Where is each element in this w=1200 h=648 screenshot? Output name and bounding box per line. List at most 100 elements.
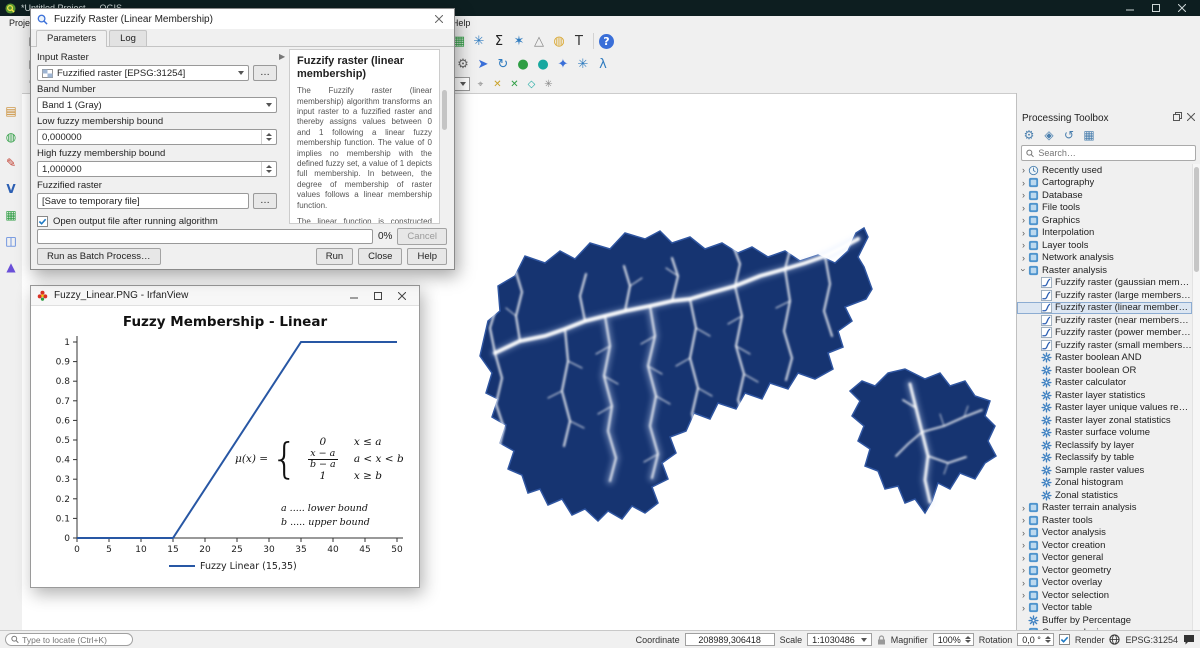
spin-up-icon[interactable] — [266, 165, 272, 168]
run-as-batch-button[interactable]: Run as Batch Process… — [37, 248, 161, 265]
statistics-sum-icon[interactable]: Σ — [490, 32, 508, 50]
toolbox-item[interactable]: Fuzzify raster (power membership) — [1017, 327, 1192, 340]
chevron-icon[interactable]: › — [1019, 190, 1028, 200]
scale-select[interactable]: 1:1030486 — [807, 633, 872, 646]
toolbox-search[interactable] — [1021, 145, 1196, 161]
chevron-icon[interactable]: › — [1019, 203, 1028, 213]
spin-down-icon[interactable] — [1045, 640, 1051, 643]
snap-segment-icon[interactable]: ✕ — [507, 77, 522, 91]
map-tips-icon[interactable]: ◍ — [550, 32, 568, 50]
green-circle-icon[interactable]: ● — [514, 55, 532, 73]
toolbox-item[interactable]: Fuzzify raster (near membership) — [1017, 314, 1192, 327]
close-button[interactable]: Close — [358, 248, 402, 265]
chevron-icon[interactable]: › — [1019, 515, 1028, 525]
toolbox-scrollbar[interactable] — [1192, 164, 1200, 630]
rotation-spin[interactable]: 0,0 ° — [1017, 633, 1054, 646]
panel-float-icon[interactable] — [1173, 112, 1182, 124]
toolbox-item[interactable]: Raster boolean AND — [1017, 352, 1192, 365]
toolbox-item[interactable]: Fuzzify raster (gaussian membership) — [1017, 277, 1192, 290]
toolbox-item[interactable]: Fuzzify raster (large membership) — [1017, 289, 1192, 302]
window-minimize-button[interactable] — [1117, 1, 1143, 15]
help-panel-expander-icon[interactable]: ▶ — [279, 52, 285, 61]
spin-down-icon[interactable] — [965, 640, 971, 643]
styling-panel-icon[interactable]: ✎ — [3, 155, 19, 171]
toolbox-item[interactable]: Buffer by Percentage — [1017, 614, 1192, 627]
low-bound-spinbox[interactable]: 0,000000 — [37, 129, 277, 145]
help-scrollbar[interactable] — [441, 88, 448, 180]
coordinate-input[interactable]: 208989,306418 — [685, 633, 775, 646]
window-close-button[interactable] — [391, 288, 413, 304]
dialog-titlebar[interactable]: Fuzzify Raster (Linear Membership) — [31, 9, 454, 29]
chevron-icon[interactable]: › — [1019, 503, 1028, 513]
chevron-icon[interactable]: › — [1019, 215, 1028, 225]
spin-up-icon[interactable] — [266, 133, 272, 136]
toolbox-item[interactable]: ›Raster tools — [1017, 514, 1192, 527]
toolbox-results-icon[interactable]: ▦ — [1081, 127, 1097, 143]
toolbox-item[interactable]: ›Vector geometry — [1017, 564, 1192, 577]
toolbox-item[interactable]: ›Network analysis — [1017, 252, 1192, 265]
toolbox-item[interactable]: Sample raster values — [1017, 464, 1192, 477]
irfanview-titlebar[interactable]: Fuzzy_Linear.PNG - IrfanView — [31, 286, 419, 306]
toolbox-item[interactable]: ›Interpolation — [1017, 227, 1192, 240]
messages-icon[interactable] — [1183, 634, 1195, 645]
open-output-checkbox[interactable] — [37, 216, 48, 227]
toolbox-history-icon[interactable]: ↺ — [1061, 127, 1077, 143]
browser-panel-icon[interactable]: ◍ — [3, 129, 19, 145]
scrollbar-thumb[interactable] — [1194, 167, 1199, 272]
toolbox-item[interactable]: Zonal histogram — [1017, 477, 1192, 490]
toolbox-item[interactable]: ›Graphics — [1017, 214, 1192, 227]
spin-up-icon[interactable] — [965, 636, 971, 639]
chevron-icon[interactable]: › — [1019, 178, 1028, 188]
star-tool-icon[interactable]: ✦ — [554, 55, 572, 73]
toolbox-options-icon[interactable]: ⚙ — [1021, 127, 1037, 143]
processing-toolbox-icon[interactable]: ✳ — [470, 32, 488, 50]
run-button[interactable]: Run — [316, 248, 353, 265]
settings-gear-icon[interactable]: ⚙ — [454, 55, 472, 73]
refresh-circle-icon[interactable]: ↻ — [494, 55, 512, 73]
snap-vertex-icon[interactable]: ✕ — [490, 77, 505, 91]
chevron-icon[interactable]: › — [1019, 553, 1028, 563]
window-minimize-button[interactable] — [343, 288, 365, 304]
help-button[interactable]: Help — [407, 248, 447, 265]
help-icon[interactable]: ? — [599, 34, 614, 49]
crs-status-button[interactable]: EPSG:31254 — [1125, 635, 1178, 645]
cancel-button[interactable]: Cancel — [397, 228, 447, 245]
lambda-expression-icon[interactable]: λ — [594, 55, 612, 73]
chevron-icon[interactable]: › — [1019, 253, 1028, 263]
output-path-field[interactable]: [Save to temporary file] — [37, 193, 249, 209]
spin-down-icon[interactable] — [266, 170, 272, 173]
toolbox-item[interactable]: ›Vector overlay — [1017, 577, 1192, 590]
north-arrow-icon[interactable]: ➤ — [474, 55, 492, 73]
input-raster-select[interactable]: Fuzzified raster [EPSG:31254] — [37, 65, 249, 81]
toolbox-item[interactable]: Zonal statistics — [1017, 489, 1192, 502]
tracing-target-icon[interactable]: ⌖ — [473, 77, 488, 91]
toolbox-item[interactable]: ›Raster terrain analysis — [1017, 502, 1192, 515]
locate-search[interactable] — [5, 633, 133, 646]
chevron-icon[interactable]: › — [1019, 578, 1028, 588]
tab-parameters[interactable]: Parameters — [36, 30, 107, 47]
toolbox-item[interactable]: Raster boolean OR — [1017, 364, 1192, 377]
window-maximize-button[interactable] — [1143, 1, 1169, 15]
chevron-icon[interactable]: › — [1019, 603, 1028, 613]
window-close-button[interactable] — [1169, 1, 1195, 15]
output-browse-button[interactable]: … — [253, 193, 277, 209]
toolbox-item[interactable]: Reclassify by table — [1017, 452, 1192, 465]
tab-log[interactable]: Log — [109, 30, 147, 46]
window-maximize-button[interactable] — [367, 288, 389, 304]
toolbox-item[interactable]: ›Cartography — [1017, 177, 1192, 190]
teal-circle-icon[interactable]: ● — [534, 55, 552, 73]
toolbox-item[interactable]: Raster layer statistics — [1017, 389, 1192, 402]
toolbox-item[interactable]: ›Raster analysis — [1017, 264, 1192, 277]
magnifier-spin[interactable]: 100% — [933, 633, 974, 646]
chevron-icon[interactable]: › — [1019, 228, 1028, 238]
panel-close-icon[interactable] — [1187, 113, 1195, 124]
toolbox-item[interactable]: Raster layer zonal statistics — [1017, 414, 1192, 427]
mesh-panel-icon[interactable]: ◫ — [3, 233, 19, 249]
toolbox-item[interactable]: Fuzzify raster (small membership) — [1017, 339, 1192, 352]
spin-down-icon[interactable] — [266, 138, 272, 141]
toolbox-item[interactable]: ›Vector table — [1017, 602, 1192, 615]
toolbox-item[interactable]: ›Recently used — [1017, 164, 1192, 177]
spin-up-icon[interactable] — [1045, 636, 1051, 639]
attribute-panel-icon[interactable]: ▦ — [3, 207, 19, 223]
lock-scale-icon[interactable] — [877, 635, 886, 645]
